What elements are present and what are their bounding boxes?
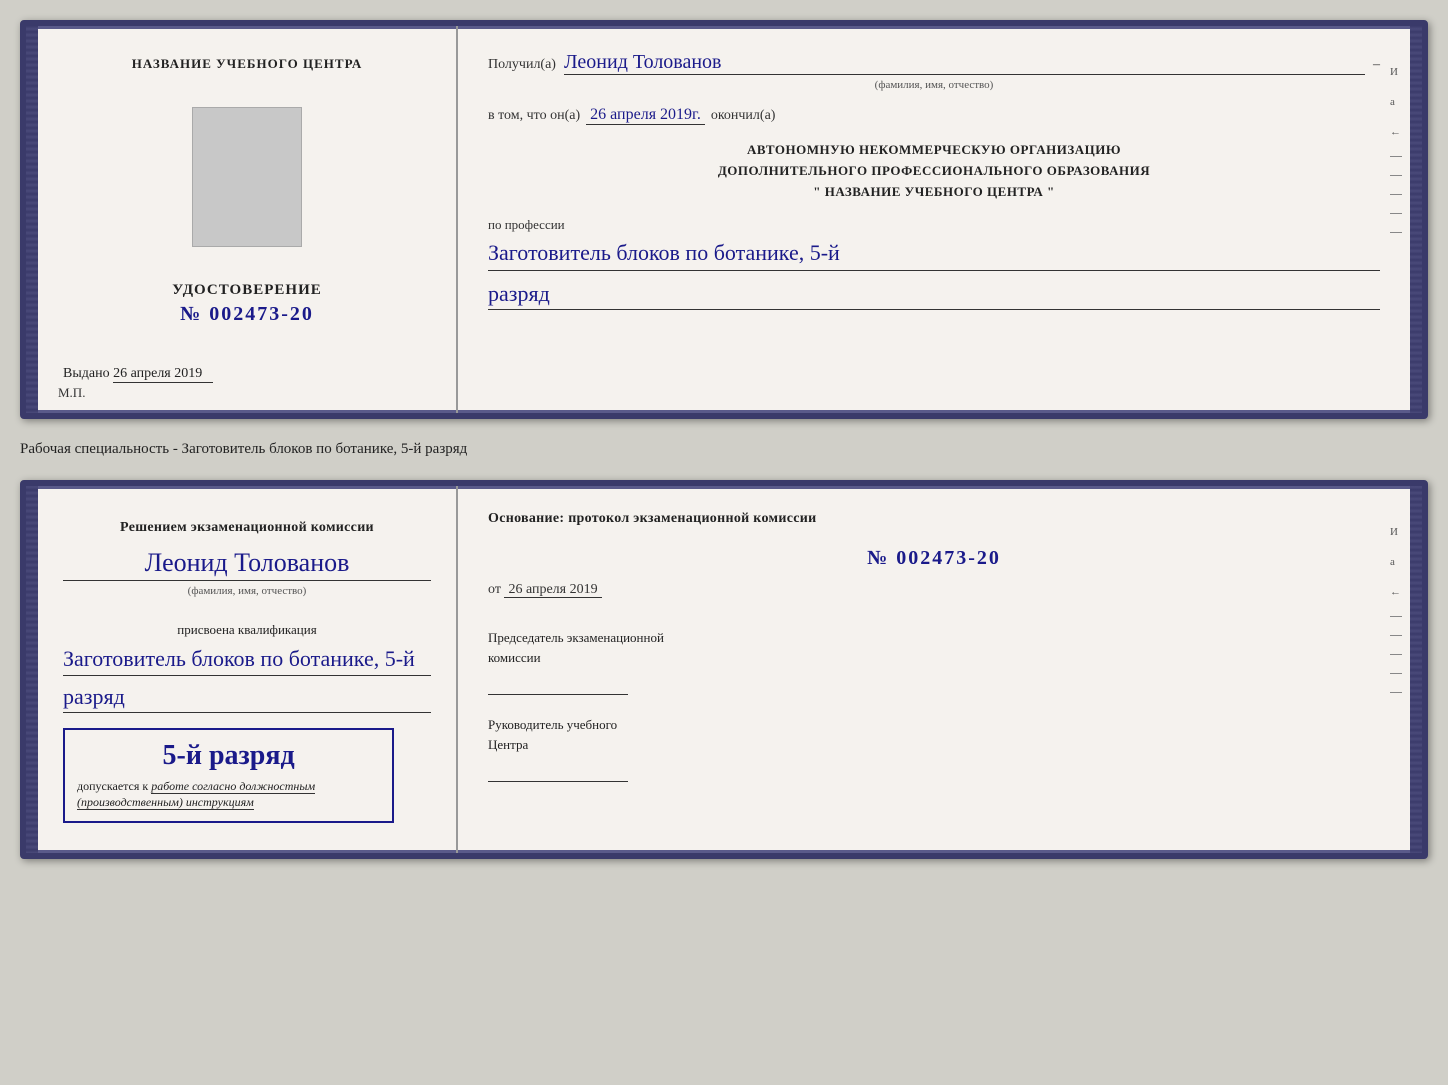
from-prefix: от: [488, 582, 501, 597]
bottom-right-edge-markers: И а ←: [1390, 526, 1402, 693]
marker-i: И: [1390, 66, 1402, 78]
bottom-document-card: Решением экзаменационной комиссии Леонид…: [20, 480, 1428, 859]
bottom-marker-i: И: [1390, 526, 1402, 538]
bottom-fio-subtitle: (фамилия, имя, отчество): [63, 585, 431, 597]
specialty-label: Рабочая специальность - Заготовитель бло…: [20, 437, 1428, 462]
recipient-name: Леонид Толованов: [564, 51, 1365, 75]
marker-dash4: [1390, 213, 1402, 214]
issued-date: 26 апреля 2019: [113, 366, 213, 383]
issued-label: Выдано: [63, 366, 110, 381]
bottom-qualification-value: Заготовитель блоков по ботанике, 5-й: [63, 644, 431, 676]
marker-dash1: [1390, 156, 1402, 157]
razryad-value: разряд: [488, 281, 1380, 310]
org-line1: АВТОНОМНУЮ НЕКОММЕРЧЕСКУЮ ОРГАНИЗАЦИЮ: [488, 140, 1380, 161]
head-signature-line: [488, 762, 628, 782]
photo-placeholder: [192, 107, 302, 247]
head-block: Руководитель учебного Центра: [488, 715, 1380, 782]
vtom-date: 26 апреля 2019г.: [586, 106, 705, 125]
udostoverenie-number: № 002473-20: [180, 303, 314, 326]
marker-dash5: [1390, 232, 1402, 233]
prisvoena-text: присвоена квалификация: [63, 622, 431, 638]
recipient-label: Получил(а): [488, 57, 556, 73]
right-edge-markers: И а ←: [1390, 66, 1402, 233]
org-line2: ДОПОЛНИТЕЛЬНОГО ПРОФЕССИОНАЛЬНОГО ОБРАЗО…: [488, 161, 1380, 182]
bottom-razryad-value: разряд: [63, 684, 431, 713]
marker-dash2: [1390, 175, 1402, 176]
stamp-box: 5-й разряд допускается к работе согласно…: [63, 728, 394, 824]
bottom-marker-dash4: [1390, 673, 1402, 674]
vtom-line: в том, что он(а) 26 апреля 2019г. окончи…: [488, 106, 1380, 125]
stamp-admission: допускается к работе согласно должностны…: [77, 778, 380, 812]
marker-dash3: [1390, 194, 1402, 195]
udostoverenie-title: УДОСТОВЕРЕНИЕ: [172, 282, 322, 299]
marker-arrow: ←: [1390, 126, 1402, 138]
dash-after-name: –: [1373, 57, 1380, 73]
bottom-left-spine: [26, 486, 38, 853]
chairman-signature-line: [488, 675, 628, 695]
stamp-admission-text2: (производственным) инструкциям: [77, 795, 254, 810]
bottom-from-date: 26 апреля 2019: [504, 582, 601, 598]
profession-value: Заготовитель блоков по ботанике, 5-й: [488, 239, 1380, 271]
stamp-rank: 5-й разряд: [77, 740, 380, 772]
bottom-card-left: Решением экзаменационной комиссии Леонид…: [38, 486, 458, 853]
stamp-admission-text: работе согласно должностным: [151, 779, 315, 794]
profession-label: по профессии: [488, 217, 1380, 233]
vtom-label: в том, что он(а): [488, 108, 580, 124]
marker-a: а: [1390, 96, 1402, 108]
chairman-block: Председатель экзаменационной комиссии: [488, 628, 1380, 695]
recipient-line: Получил(а) Леонид Толованов –: [488, 51, 1380, 75]
mp-label: М.П.: [58, 385, 85, 401]
left-spine: [26, 26, 38, 413]
org-line3: " НАЗВАНИЕ УЧЕБНОГО ЦЕНТРА ": [488, 182, 1380, 203]
top-card-right: Получил(а) Леонид Толованов – (фамилия, …: [458, 26, 1410, 413]
top-card-left: НАЗВАНИЕ УЧЕБНОГО ЦЕНТРА УДОСТОВЕРЕНИЕ №…: [38, 26, 458, 413]
decision-text: Решением экзаменационной комиссии: [63, 516, 431, 540]
head-title: Руководитель учебного Центра: [488, 715, 1380, 754]
bottom-person-name: Леонид Толованов: [63, 548, 431, 581]
top-fio-subtitle: (фамилия, имя, отчество): [488, 79, 1380, 91]
bottom-marker-dash3: [1390, 654, 1402, 655]
top-document-card: НАЗВАНИЕ УЧЕБНОГО ЦЕНТРА УДОСТОВЕРЕНИЕ №…: [20, 20, 1428, 419]
osnov-text: Основание: протокол экзаменационной коми…: [488, 511, 1380, 527]
bottom-marker-dash2: [1390, 635, 1402, 636]
bottom-marker-dash5: [1390, 692, 1402, 693]
chairman-title: Председатель экзаменационной комиссии: [488, 628, 1380, 667]
issued-line: Выдано 26 апреля 2019: [63, 366, 213, 383]
okончил-label: окончил(а): [711, 108, 776, 124]
bottom-marker-dash1: [1390, 616, 1402, 617]
right-spine-bottom: [1410, 486, 1422, 853]
bottom-marker-a: а: [1390, 556, 1402, 568]
right-spine-top: [1410, 26, 1422, 413]
bottom-card-right: Основание: протокол экзаменационной коми…: [458, 486, 1410, 853]
bottom-marker-arrow: ←: [1390, 586, 1402, 598]
page-container: НАЗВАНИЕ УЧЕБНОГО ЦЕНТРА УДОСТОВЕРЕНИЕ №…: [20, 20, 1428, 859]
bottom-protocol-number: № 002473-20: [488, 547, 1380, 570]
org-block: АВТОНОМНУЮ НЕКОММЕРЧЕСКУЮ ОРГАНИЗАЦИЮ ДО…: [488, 140, 1380, 202]
from-date: от 26 апреля 2019: [488, 582, 1380, 598]
top-left-title: НАЗВАНИЕ УЧЕБНОГО ЦЕНТРА: [132, 56, 363, 72]
stamp-admission-prefix: допускается к: [77, 779, 148, 793]
